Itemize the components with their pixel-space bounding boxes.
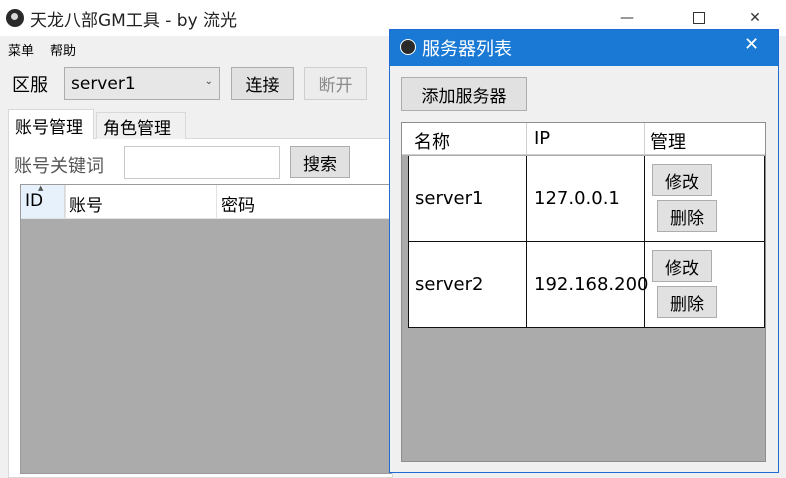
close-icon: ✕ (749, 10, 761, 26)
cell-border (764, 242, 765, 328)
chevron-down-icon: ⌄ (204, 76, 213, 87)
column-divider (644, 123, 645, 155)
menu-item-menu[interactable]: 菜单 (8, 40, 34, 59)
window-title: 天龙八部GM工具 - by 流光 (30, 11, 238, 31)
dialog-close-button[interactable]: ✕ (744, 34, 759, 55)
minimize-icon: — (620, 10, 634, 26)
keyword-label: 账号关键词 (14, 156, 104, 177)
column-header-name[interactable]: 名称 (414, 128, 450, 154)
cell-border (408, 242, 409, 328)
table-row[interactable]: server2 192.168.200 修改 删除 (408, 242, 765, 328)
close-icon: ✕ (744, 34, 760, 55)
column-header-id[interactable]: ID (25, 191, 43, 211)
cell-border (526, 242, 527, 328)
server-name: server2 (415, 274, 484, 295)
dialog-app-icon (400, 39, 416, 55)
tab-account-management[interactable]: 账号管理 (8, 109, 94, 139)
server-label: 区服 (12, 75, 48, 96)
server-grid-header: 名称 IP 管理 (402, 123, 765, 155)
column-header-account[interactable]: 账号 (69, 191, 103, 216)
app-icon (6, 9, 24, 27)
dialog-title: 服务器列表 (422, 39, 512, 60)
cell-border (408, 327, 765, 328)
cell-border (408, 156, 409, 242)
cell-border (526, 156, 527, 242)
cell-border (764, 156, 765, 242)
tab-role-management[interactable]: 角色管理 (96, 112, 186, 139)
column-header-password[interactable]: 密码 (221, 191, 255, 216)
keyword-input[interactable] (124, 146, 280, 179)
maximize-icon (693, 12, 705, 24)
grid-header: ▲ ID 账号 密码 (21, 184, 392, 219)
table-row[interactable]: server1 127.0.0.1 修改 删除 (408, 156, 765, 242)
server-grid[interactable]: 名称 IP 管理 server1 127.0.0.1 修改 删除 server2 (401, 122, 766, 462)
dialog-titlebar: 服务器列表 ✕ (390, 30, 778, 66)
server-ip: 127.0.0.1 (534, 188, 620, 209)
cell-border (644, 156, 645, 242)
edit-server-button[interactable]: 修改 (652, 250, 712, 282)
connect-button[interactable]: 连接 (231, 67, 294, 100)
search-button[interactable]: 搜索 (290, 146, 350, 178)
server-select[interactable]: server1 ⌄ (64, 67, 220, 100)
account-grid[interactable]: ▲ ID 账号 密码 (20, 184, 392, 474)
menu-item-help[interactable]: 帮助 (50, 40, 76, 59)
column-divider (216, 185, 217, 218)
server-select-value: server1 (71, 74, 136, 94)
column-header-manage[interactable]: 管理 (650, 128, 686, 154)
delete-server-button[interactable]: 删除 (657, 286, 717, 318)
delete-server-button[interactable]: 删除 (657, 200, 717, 232)
column-divider (526, 123, 527, 155)
server-list-dialog: 服务器列表 ✕ 添加服务器 名称 IP 管理 server1 127.0.0.1… (389, 29, 779, 473)
add-server-button[interactable]: 添加服务器 (401, 77, 527, 111)
column-header-ip[interactable]: IP (534, 128, 550, 149)
edit-server-button[interactable]: 修改 (652, 164, 712, 196)
column-divider (65, 185, 66, 218)
server-ip: 192.168.200 (534, 274, 649, 295)
disconnect-button[interactable]: 断开 (304, 67, 367, 100)
server-name: server1 (415, 188, 484, 209)
